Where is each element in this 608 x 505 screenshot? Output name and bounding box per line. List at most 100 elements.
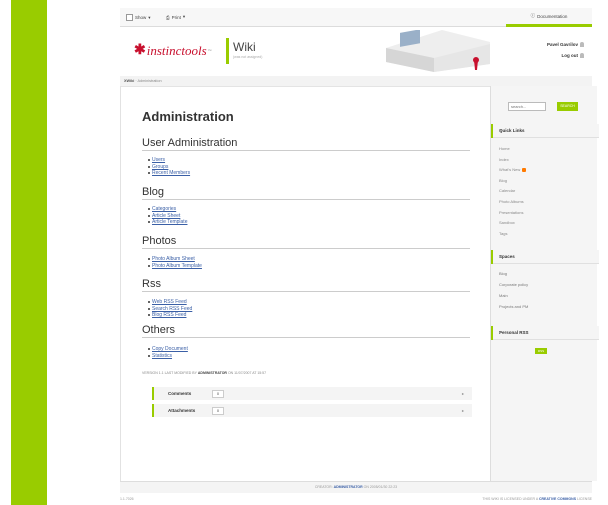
version-info: VERSION 1.1 LAST MODIFIED BY ADMINISTRAT…: [142, 371, 266, 375]
admin-link-copy-document[interactable]: Copy Document: [148, 346, 188, 353]
chevron-down-icon: ▾: [182, 14, 186, 19]
footer-created-text: CREATOR:: [314, 485, 333, 489]
attachments-count-badge: 0: [212, 407, 224, 415]
logo-divider: [226, 38, 229, 64]
user-area: Pavel Gavrilov Log out: [547, 42, 584, 64]
quick-link-calendar[interactable]: Calendar: [499, 186, 526, 197]
admin-link-recent-members[interactable]: Recent Members: [148, 170, 190, 177]
quick-link-whats-new[interactable]: What's New: [499, 165, 527, 176]
footer-license: THIS WIKI IS LICENSED UNDER A CREATIVE C…: [482, 497, 592, 501]
logo-text: instinctools: [146, 42, 207, 58]
section-title: Photos: [142, 235, 470, 249]
trademark-icon: ™: [207, 48, 212, 53]
personal-rss-header[interactable]: Personal RSS ▾: [493, 326, 599, 340]
chevron-down-icon: ▾: [148, 14, 151, 20]
version-text: VERSION 1.1 LAST MODIFIED BY: [142, 371, 197, 375]
admin-link-statistics[interactable]: Statistics: [148, 353, 188, 360]
breadcrumb-root[interactable]: XWiki: [124, 79, 134, 83]
admin-link-photo-album-template[interactable]: Photo Album Template: [148, 263, 202, 270]
footer-license-text: THIS WIKI IS LICENSED UNDER A: [482, 497, 538, 501]
logout-label: Log out: [561, 53, 579, 58]
quick-link-tags[interactable]: Tags: [499, 229, 526, 240]
section-title: Rss: [142, 278, 470, 292]
show-label: Show: [135, 15, 147, 20]
footer-created-date: ON 2005/01/30 22:23: [363, 485, 398, 489]
user-icon: [580, 42, 584, 47]
content-left-rule: [120, 86, 121, 481]
quick-link-sandbox[interactable]: Sandbox: [499, 218, 526, 229]
chevron-right-icon: ▸: [461, 408, 464, 413]
section-links: Web RSS Feed Search RSS Feed Blog RSS Fe…: [148, 299, 192, 319]
wiki-subtitle: (was not assigned): [233, 55, 263, 59]
space-link-main[interactable]: Main: [499, 290, 528, 301]
print-label: Print: [171, 14, 181, 20]
spaces-list: Blog Corporate policy Main Projects and …: [499, 268, 528, 312]
breadcrumb-separator: ·: [135, 79, 137, 83]
admin-link-article-sheet[interactable]: Article Sheet: [148, 213, 187, 220]
admin-link-groups[interactable]: Groups: [148, 164, 190, 171]
search-button[interactable]: SEARCH: [557, 102, 578, 111]
logout-link[interactable]: Log out: [547, 53, 584, 58]
chevron-down-icon: ▾: [499, 330, 502, 335]
admin-link-users[interactable]: Users: [148, 157, 190, 164]
section-links: Categories Article Sheet Article Templat…: [148, 206, 187, 226]
search-input[interactable]: [508, 102, 546, 111]
quick-link-index[interactable]: Index: [499, 155, 526, 166]
documentation-link[interactable]: ⓘ Documentation: [506, 8, 592, 27]
page-icon: [126, 14, 133, 21]
user-profile-link[interactable]: Pavel Gavrilov: [547, 42, 584, 47]
spaces-panel: Spaces ▾: [491, 250, 599, 264]
quick-link-photo-albums[interactable]: Photo Albums: [499, 197, 526, 208]
header-book-illustration: [386, 30, 490, 72]
quick-link-presentations[interactable]: Presentations: [499, 208, 526, 219]
section-title: User Administration: [142, 137, 470, 151]
quick-links-list: Home Index What's New Blog Calendar Phot…: [499, 144, 527, 240]
space-link-corporate-policy[interactable]: Corporate policy: [499, 279, 528, 290]
right-sidebar: SEARCH Quick Links ▾ Home Index What's N…: [490, 86, 599, 481]
admin-link-blog-rss-feed[interactable]: Blog RSS Feed: [148, 312, 192, 319]
brand-logo[interactable]: ✱ instinctools ™: [134, 42, 212, 59]
chevron-down-icon: ▾: [499, 128, 502, 133]
creative-commons-link[interactable]: CREATIVE COMMONS: [539, 497, 576, 501]
comments-label: Comments: [168, 391, 192, 396]
rss-button[interactable]: RSS: [535, 348, 547, 354]
left-accent-bar: [11, 0, 47, 505]
comments-toggle[interactable]: Comments 0 ▸: [152, 387, 472, 400]
admin-link-search-rss-feed[interactable]: Search RSS Feed: [148, 306, 192, 313]
footer-version: 1.1.7026: [120, 497, 134, 501]
attachments-toggle[interactable]: Attachments 0 ▸: [152, 404, 472, 417]
spaces-header[interactable]: Spaces ▾: [493, 250, 599, 264]
asterisk-icon: ✱: [134, 43, 146, 58]
section-links: Users Groups Recent Members: [148, 157, 190, 177]
admin-link-web-rss-feed[interactable]: Web RSS Feed: [148, 299, 192, 306]
site-header: ✱ instinctools ™ Wiki (was not assigned)…: [120, 30, 592, 74]
show-menu-button[interactable]: Show ▾: [126, 14, 151, 21]
quick-link-home[interactable]: Home: [499, 144, 526, 155]
space-link-blog[interactable]: Blog: [499, 268, 528, 279]
chevron-down-icon: ▾: [499, 254, 502, 259]
chevron-right-icon: ▸: [461, 391, 464, 396]
top-toolbar: Show ▾ ⎙ Print ▾ ⓘ Documentation: [120, 8, 592, 27]
rss-icon: [522, 168, 527, 173]
print-menu-button[interactable]: ⎙ Print ▾: [166, 14, 185, 20]
quick-links-header[interactable]: Quick Links ▾: [493, 124, 599, 138]
quick-link-blog[interactable]: Blog: [499, 176, 526, 187]
attachments-label: Attachments: [168, 408, 196, 413]
user-name: Pavel Gavrilov: [546, 42, 578, 47]
version-date: ON 11/07/2007 AT 15:57: [227, 371, 267, 375]
printer-icon: ⎙: [166, 14, 170, 20]
space-link-projects-and-pm[interactable]: Projects and PM: [499, 301, 528, 312]
footer-license-suffix: LICENSE: [577, 497, 592, 501]
version-author[interactable]: ADMINISTRATOR: [198, 371, 227, 375]
footer-creator[interactable]: ADMINISTRATOR: [334, 485, 363, 489]
page-title: Administration: [142, 109, 234, 124]
admin-link-categories[interactable]: Categories: [148, 206, 187, 213]
section-title: Others: [142, 324, 470, 338]
help-icon: ⓘ: [530, 13, 536, 18]
quick-links-panel: Quick Links ▾: [491, 124, 599, 138]
breadcrumb-current: Administration: [137, 79, 162, 83]
section-links: Photo Album Sheet Photo Album Template: [148, 256, 202, 269]
section-title: Blog: [142, 186, 470, 200]
admin-link-article-template[interactable]: Article Template: [148, 219, 187, 226]
admin-link-photo-album-sheet[interactable]: Photo Album Sheet: [148, 256, 202, 263]
